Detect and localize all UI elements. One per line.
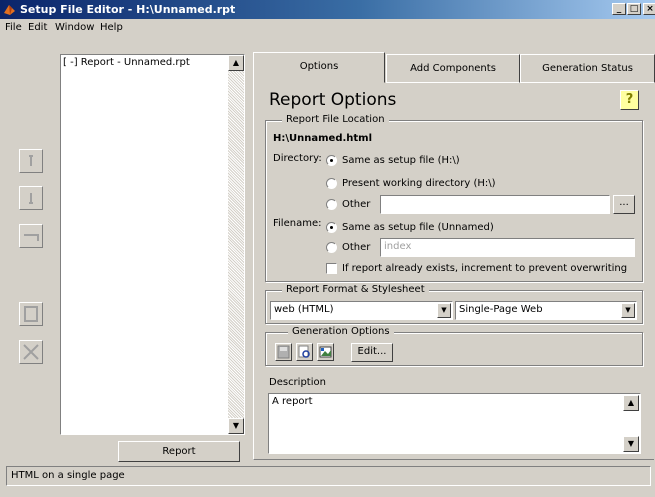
directory-pwd-label: Present working directory (H:\): [342, 178, 496, 189]
menu-edit[interactable]: Edit: [28, 22, 47, 33]
generation-title: Generation Options: [288, 326, 394, 337]
filename-same-radio[interactable]: [326, 222, 337, 233]
image-options-button[interactable]: [317, 343, 334, 361]
tree-scrollbar[interactable]: ▲ ▼: [228, 55, 244, 434]
menu-file[interactable]: File: [5, 22, 22, 33]
chevron-down-icon[interactable]: ▼: [437, 303, 451, 318]
move-up-button[interactable]: [19, 149, 43, 173]
format-title: Report Format & Stylesheet: [282, 284, 429, 295]
increment-checkbox[interactable]: [326, 263, 337, 274]
delete-button[interactable]: [19, 340, 43, 364]
filename-other-input[interactable]: index: [380, 238, 635, 257]
stylesheet-value: Single-Page Web: [459, 304, 543, 315]
properties-icon: [24, 306, 38, 322]
directory-other-input[interactable]: [380, 195, 610, 214]
page-title: Report Options: [269, 90, 397, 110]
status-text: HTML on a single page: [11, 470, 125, 481]
move-down-icon: [29, 193, 33, 204]
scroll-up-button[interactable]: ▲: [228, 55, 244, 71]
format-value: web (HTML): [274, 304, 334, 315]
filename-label: Filename:: [273, 218, 322, 229]
tab-generation-status[interactable]: Generation Status: [520, 54, 655, 83]
move-left-icon: [24, 234, 39, 241]
preview-button[interactable]: [296, 343, 313, 361]
magnifier-icon: [298, 345, 310, 358]
scroll-up-button[interactable]: ▲: [623, 395, 639, 411]
maximize-button[interactable]: □: [627, 3, 641, 15]
properties-button[interactable]: [19, 302, 43, 326]
move-left-button[interactable]: [19, 224, 43, 248]
outline-tree[interactable]: [ -] Report - Unnamed.rpt ▲ ▼: [60, 54, 245, 435]
directory-same-label: Same as setup file (H:\): [342, 155, 460, 166]
file-location-title: Report File Location: [282, 114, 389, 125]
help-button[interactable]: ?: [620, 90, 639, 110]
status-bar: HTML on a single page: [6, 466, 651, 486]
scroll-down-button[interactable]: ▼: [623, 436, 639, 452]
format-select[interactable]: web (HTML) ▼: [270, 301, 453, 320]
save-images-button[interactable]: [275, 343, 292, 361]
stylesheet-select[interactable]: Single-Page Web ▼: [455, 301, 637, 320]
menu-help[interactable]: Help: [100, 22, 123, 33]
scroll-down-button[interactable]: ▼: [228, 418, 244, 434]
chevron-down-icon[interactable]: ▼: [621, 303, 635, 318]
disk-icon: [277, 345, 290, 359]
directory-other-label: Other: [342, 199, 371, 210]
tree-item-report[interactable]: [ -] Report - Unnamed.rpt: [63, 57, 190, 68]
directory-same-radio[interactable]: [326, 155, 337, 166]
window-title: Setup File Editor - H:\Unnamed.rpt: [20, 3, 236, 16]
filename-other-label: Other: [342, 242, 371, 253]
menu-bar: File Edit Window Help: [0, 19, 655, 38]
report-path: H:\Unnamed.html: [273, 133, 373, 144]
edit-button[interactable]: Edit...: [351, 343, 393, 362]
directory-other-radio[interactable]: [326, 199, 337, 210]
matlab-icon: [4, 5, 15, 15]
tab-add-components[interactable]: Add Components: [386, 54, 520, 83]
directory-label: Directory:: [273, 153, 322, 164]
image-icon: [319, 346, 332, 358]
menu-window[interactable]: Window: [55, 22, 94, 33]
title-bar[interactable]: Setup File Editor - H:\Unnamed.rpt _ □ ×: [0, 0, 655, 19]
move-up-icon: [29, 155, 33, 166]
increment-label: If report already exists, increment to p…: [342, 263, 628, 274]
tab-options[interactable]: Options: [253, 52, 385, 83]
description-textarea[interactable]: A report ▲ ▼: [268, 393, 641, 454]
filename-same-label: Same as setup file (Unnamed): [342, 222, 494, 233]
report-button[interactable]: Report: [118, 441, 240, 462]
description-value: A report: [272, 396, 313, 407]
move-down-button[interactable]: [19, 186, 43, 210]
description-label: Description: [269, 377, 326, 388]
directory-pwd-radio[interactable]: [326, 178, 337, 189]
filename-other-radio[interactable]: [326, 242, 337, 253]
minimize-button[interactable]: _: [612, 3, 626, 15]
close-button[interactable]: ×: [643, 3, 655, 15]
browse-button[interactable]: ...: [613, 195, 635, 214]
delete-icon: [23, 344, 39, 360]
